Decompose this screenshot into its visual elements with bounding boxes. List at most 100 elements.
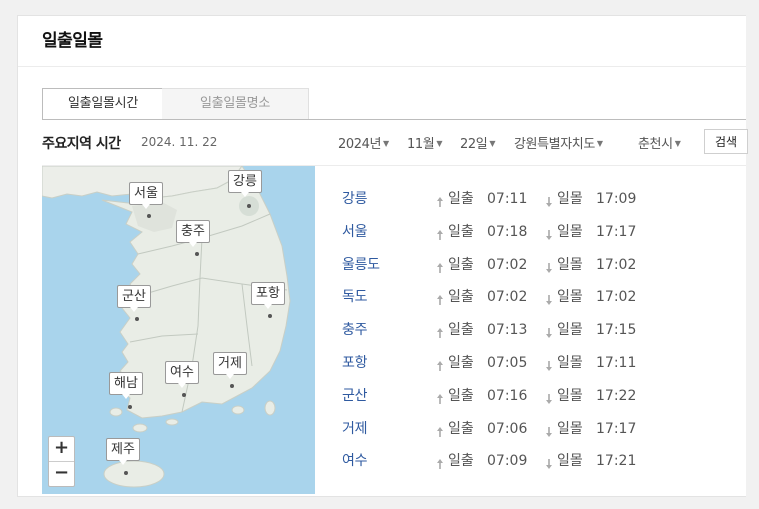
section-date: 2024. 11. 22 — [141, 135, 218, 149]
sunrise-arrow-icon — [436, 455, 444, 470]
sunset-arrow-icon — [545, 324, 553, 339]
city-select[interactable]: 춘천시 ▼ — [638, 133, 681, 152]
sunset-arrow-icon — [545, 455, 553, 470]
year-select[interactable]: 2024년 ▼ — [338, 133, 389, 152]
city-link[interactable]: 충주 — [342, 319, 367, 341]
sunset-label: 일몰 — [557, 355, 583, 371]
map-label-jeju[interactable]: 제주 — [106, 438, 140, 465]
map-label-yeosu[interactable]: 여수 — [165, 361, 199, 388]
chevron-down-icon: ▼ — [596, 139, 603, 148]
list-item: 독도 일출 07:02 일몰 17:02 — [342, 286, 662, 308]
sunrise-arrow-icon — [436, 291, 444, 306]
sunset-time: 17:17 — [596, 420, 637, 437]
sunrise-arrow-icon — [436, 226, 444, 240]
sunrise-label: 일출 — [448, 322, 474, 339]
sunrise-time: 07:13 — [487, 322, 528, 339]
sunrise-time: 07:09 — [487, 453, 528, 470]
list-item: 거제 일출 07:06 일몰 17:17 — [342, 418, 662, 440]
month-select-value: 11월 — [407, 137, 435, 152]
city-select-value: 춘천시 — [638, 137, 673, 152]
map-label-pohang[interactable]: 포항 — [251, 282, 285, 309]
province-select[interactable]: 강원특별자치도 ▼ — [514, 133, 603, 152]
sunrise-time: 07:02 — [487, 256, 528, 273]
map-label-haenam[interactable]: 해남 — [109, 372, 143, 399]
tab-sunrise-sunset-spots[interactable]: 일출일몰명소 — [162, 88, 309, 120]
tab-divider — [42, 119, 746, 120]
pohang-marker[interactable] — [268, 314, 272, 318]
map-label-seoul[interactable]: 서울 — [129, 182, 163, 209]
jeju-marker[interactable] — [124, 471, 128, 475]
chungju-marker[interactable] — [195, 252, 199, 256]
sunrise-label: 일출 — [448, 289, 474, 306]
sunrise-arrow-icon — [436, 324, 444, 339]
section-title: 주요지역 시간 — [42, 136, 121, 152]
city-link[interactable]: 거제 — [342, 418, 367, 440]
city-link[interactable]: 독도 — [342, 286, 367, 308]
gunsan-marker[interactable] — [135, 317, 139, 321]
zoom-out-button[interactable]: − — [49, 461, 74, 486]
gangneung-marker[interactable] — [247, 204, 251, 208]
sunset-arrow-icon — [545, 291, 553, 306]
seoul-marker[interactable] — [147, 214, 151, 218]
month-select[interactable]: 11월 ▼ — [407, 133, 442, 152]
sunrise-label: 일출 — [448, 256, 474, 273]
page-title: 일출일몰 — [42, 31, 103, 51]
geoje-marker[interactable] — [230, 384, 234, 388]
sunrise-arrow-icon — [436, 390, 444, 404]
sunset-label: 일몰 — [557, 256, 583, 273]
day-select[interactable]: 22일 ▼ — [460, 133, 495, 152]
sunset-time: 17:11 — [596, 355, 637, 371]
sunset-time: 17:22 — [596, 387, 637, 404]
korea-map[interactable]: 서울 강릉 충주 포항 군산 거제 여수 해남 제주 + − — [42, 166, 315, 494]
list-item: 울릉도 일출 07:02 일몰 17:02 — [342, 254, 662, 276]
search-button[interactable]: 검색 — [704, 129, 748, 154]
yeosu-marker[interactable] — [182, 393, 186, 397]
sunrise-time: 07:11 — [487, 191, 528, 207]
sunset-arrow-icon — [545, 423, 553, 437]
chevron-down-icon: ▼ — [436, 139, 443, 148]
sunrise-arrow-icon — [436, 423, 444, 437]
sunset-label: 일몰 — [557, 420, 583, 437]
sunrise-label: 일출 — [448, 387, 474, 404]
list-item: 군산 일출 07:16 일몰 17:22 — [342, 385, 662, 407]
title-divider — [18, 66, 746, 67]
map-label-geoje[interactable]: 거제 — [213, 352, 247, 379]
sunrise-sunset-card: 일출일몰 일출일몰시간 일출일몰명소 주요지역 시간 2024. 11. 22 … — [17, 15, 748, 497]
city-link[interactable]: 군산 — [342, 385, 367, 407]
haenam-marker[interactable] — [128, 405, 132, 409]
city-link[interactable]: 여수 — [342, 450, 367, 472]
sunrise-time: 07:18 — [487, 223, 528, 240]
map-background — [42, 166, 315, 494]
sunset-arrow-icon — [545, 259, 553, 273]
sunrise-label: 일출 — [448, 191, 474, 207]
sunrise-arrow-icon — [436, 193, 444, 207]
province-select-value: 강원특별자치도 — [514, 137, 595, 152]
sunrise-label: 일출 — [448, 420, 474, 437]
sunset-time: 17:17 — [596, 223, 637, 240]
list-item: 서울 일출 07:18 일몰 17:17 — [342, 221, 662, 243]
sunset-label: 일몰 — [557, 387, 583, 404]
map-label-chungju[interactable]: 충주 — [176, 220, 210, 247]
tab-sunrise-sunset-times[interactable]: 일출일몰시간 — [42, 88, 164, 120]
sunrise-time: 07:16 — [487, 387, 528, 404]
sunrise-time: 07:06 — [487, 420, 528, 437]
map-label-gunsan[interactable]: 군산 — [117, 285, 151, 312]
sunset-arrow-icon — [545, 226, 553, 240]
sunset-label: 일몰 — [557, 322, 583, 339]
city-link[interactable]: 울릉도 — [342, 254, 380, 276]
sunrise-arrow-icon — [436, 259, 444, 273]
sunset-time: 17:02 — [596, 289, 637, 306]
day-select-value: 22일 — [460, 137, 488, 152]
year-select-value: 2024년 — [338, 137, 382, 152]
chevron-down-icon: ▼ — [383, 139, 389, 148]
zoom-in-button[interactable]: + — [49, 437, 74, 461]
sunrise-label: 일출 — [448, 223, 474, 240]
sunset-time: 17:02 — [596, 256, 637, 273]
sunset-time: 17:09 — [596, 191, 637, 207]
city-link[interactable]: 포항 — [342, 352, 367, 374]
sunset-label: 일몰 — [557, 453, 583, 470]
sunset-label: 일몰 — [557, 223, 583, 240]
city-link[interactable]: 강릉 — [342, 188, 367, 210]
city-link[interactable]: 서울 — [342, 221, 367, 243]
map-label-gangneung[interactable]: 강릉 — [228, 170, 262, 197]
